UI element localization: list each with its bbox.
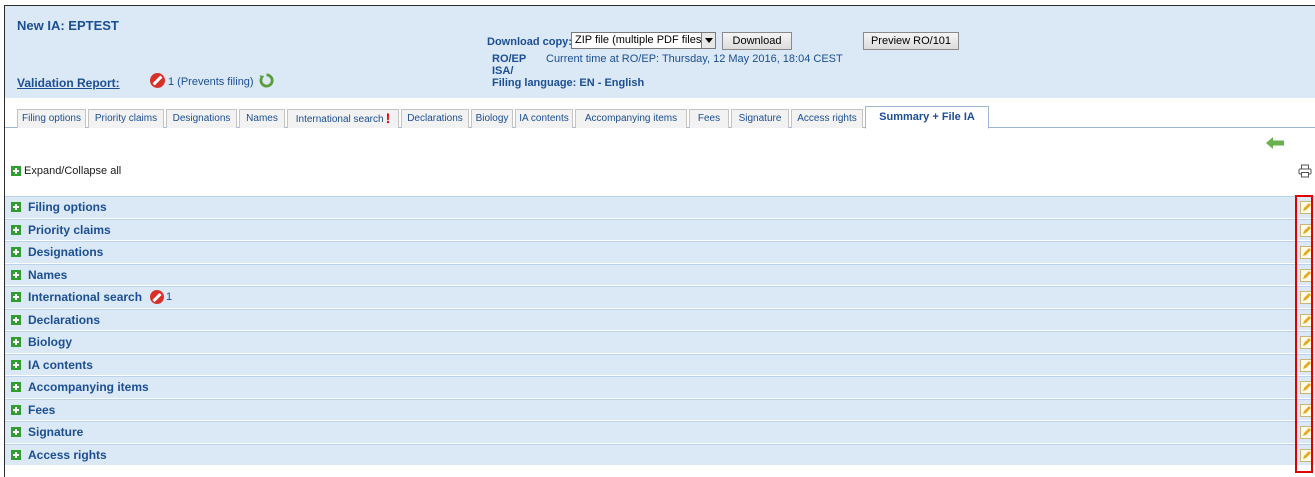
tab-label: International search	[295, 114, 384, 125]
section-label: Filing options	[28, 200, 107, 215]
section-designations[interactable]: Designations	[5, 241, 1315, 264]
tab-access-rights[interactable]: Access rights	[791, 109, 863, 128]
tab-label: Accompanying items	[584, 113, 678, 124]
tab-accompanying-items[interactable]: Accompanying items	[575, 109, 687, 128]
tab-filing-options[interactable]: Filing options	[17, 109, 86, 128]
error-icon	[150, 73, 165, 88]
tab-label: Summary + File IA	[879, 111, 975, 123]
download-copy-label: Download copy:	[487, 36, 572, 48]
isa-label: ISA/	[492, 65, 514, 77]
tab-ia-contents[interactable]: IA contents	[515, 109, 573, 128]
tab-names[interactable]: Names	[239, 109, 285, 128]
section-access-rights[interactable]: Access rights	[5, 443, 1315, 466]
plus-icon[interactable]	[11, 337, 21, 348]
plus-icon[interactable]	[11, 427, 21, 438]
summary-sections: Filing options Priority claims Designati…	[5, 196, 1315, 466]
tab-international-search[interactable]: International search!	[287, 109, 399, 128]
edit-column-highlight	[1295, 195, 1313, 473]
section-label: Declarations	[28, 312, 101, 327]
plus-icon[interactable]	[11, 292, 21, 303]
plus-icon[interactable]	[11, 404, 21, 415]
page-title: New IA: EPTEST	[17, 18, 119, 33]
section-label: Names	[28, 267, 68, 282]
section-accompanying-items[interactable]: Accompanying items	[5, 376, 1315, 399]
back-arrow-icon[interactable]	[1266, 137, 1284, 149]
section-label: Biology	[28, 335, 72, 350]
tab-priority-claims[interactable]: Priority claims	[88, 109, 164, 128]
section-label: Fees	[28, 402, 56, 417]
ro-label: RO/EP	[492, 53, 527, 65]
tab-label: Access rights	[797, 113, 857, 124]
tab-biology[interactable]: Biology	[471, 109, 513, 128]
error-exclamation-icon: !	[385, 110, 391, 126]
section-filing-options[interactable]: Filing options	[5, 196, 1315, 219]
section-international-search[interactable]: International search 1	[5, 286, 1315, 309]
tab-label: Biology	[475, 113, 509, 124]
section-label: Priority claims	[28, 222, 111, 237]
section-biology[interactable]: Biology	[5, 331, 1315, 354]
tab-label: IA contents	[519, 113, 569, 124]
error-count: 1	[166, 291, 173, 304]
tab-label: Declarations	[407, 113, 463, 124]
expand-collapse-label: Expand/Collapse all	[24, 165, 122, 177]
preview-button[interactable]: Preview RO/101	[863, 32, 959, 50]
tab-label: Filing options	[22, 113, 81, 124]
plus-icon[interactable]	[11, 314, 21, 325]
plus-icon[interactable]	[11, 449, 21, 460]
chevron-down-icon[interactable]	[701, 33, 715, 48]
plus-icon[interactable]	[11, 269, 21, 280]
tab-label: Names	[246, 113, 278, 124]
page-header: New IA: EPTEST Validation Report: 1 (Pre…	[5, 6, 1315, 98]
tab-bar: Filing options Priority claims Designati…	[5, 98, 1315, 129]
section-label: International search	[28, 290, 143, 305]
ro-current-time: Current time at RO/EP: Thursday, 12 May …	[546, 53, 843, 65]
tab-designations[interactable]: Designations	[166, 109, 237, 128]
expand-collapse-all[interactable]: Expand/Collapse all	[11, 165, 121, 177]
download-format-select[interactable]: ZIP file (multiple PDF files)	[571, 32, 716, 49]
plus-icon[interactable]	[11, 224, 21, 235]
tab-label: Signature	[738, 113, 782, 124]
section-label: Accompanying items	[28, 380, 149, 395]
plus-icon[interactable]	[11, 247, 21, 258]
plus-icon[interactable]	[11, 359, 21, 370]
tab-label: Fees	[697, 113, 721, 124]
plus-icon[interactable]	[11, 382, 21, 393]
download-format-value: ZIP file (multiple PDF files)	[575, 34, 705, 46]
section-priority-claims[interactable]: Priority claims	[5, 218, 1315, 241]
section-signature[interactable]: Signature	[5, 421, 1315, 444]
section-label: Designations	[28, 245, 104, 260]
filing-language: Filing language: EN - English	[492, 77, 645, 89]
download-button[interactable]: Download	[722, 32, 792, 50]
plus-icon[interactable]	[11, 202, 21, 213]
plus-icon	[11, 166, 21, 176]
refresh-icon[interactable]	[259, 73, 274, 88]
section-declarations[interactable]: Declarations	[5, 308, 1315, 331]
tab-declarations[interactable]: Declarations	[401, 109, 469, 128]
section-label: IA contents	[28, 357, 93, 372]
tab-summary-file-ia[interactable]: Summary + File IA	[865, 106, 989, 129]
section-names[interactable]: Names	[5, 263, 1315, 286]
error-icon	[150, 290, 165, 305]
tab-label: Designations	[172, 113, 231, 124]
validation-report-link[interactable]: Validation Report:	[17, 76, 120, 90]
section-ia-contents[interactable]: IA contents	[5, 353, 1315, 376]
section-label: Signature	[28, 425, 84, 440]
validation-status: 1 (Prevents filing)	[168, 76, 254, 88]
section-fees[interactable]: Fees	[5, 398, 1315, 421]
tab-label: Priority claims	[94, 113, 158, 124]
section-label: Access rights	[28, 447, 107, 462]
tab-fees[interactable]: Fees	[689, 109, 729, 128]
tab-signature[interactable]: Signature	[731, 109, 789, 128]
print-icon[interactable]	[1298, 164, 1312, 178]
